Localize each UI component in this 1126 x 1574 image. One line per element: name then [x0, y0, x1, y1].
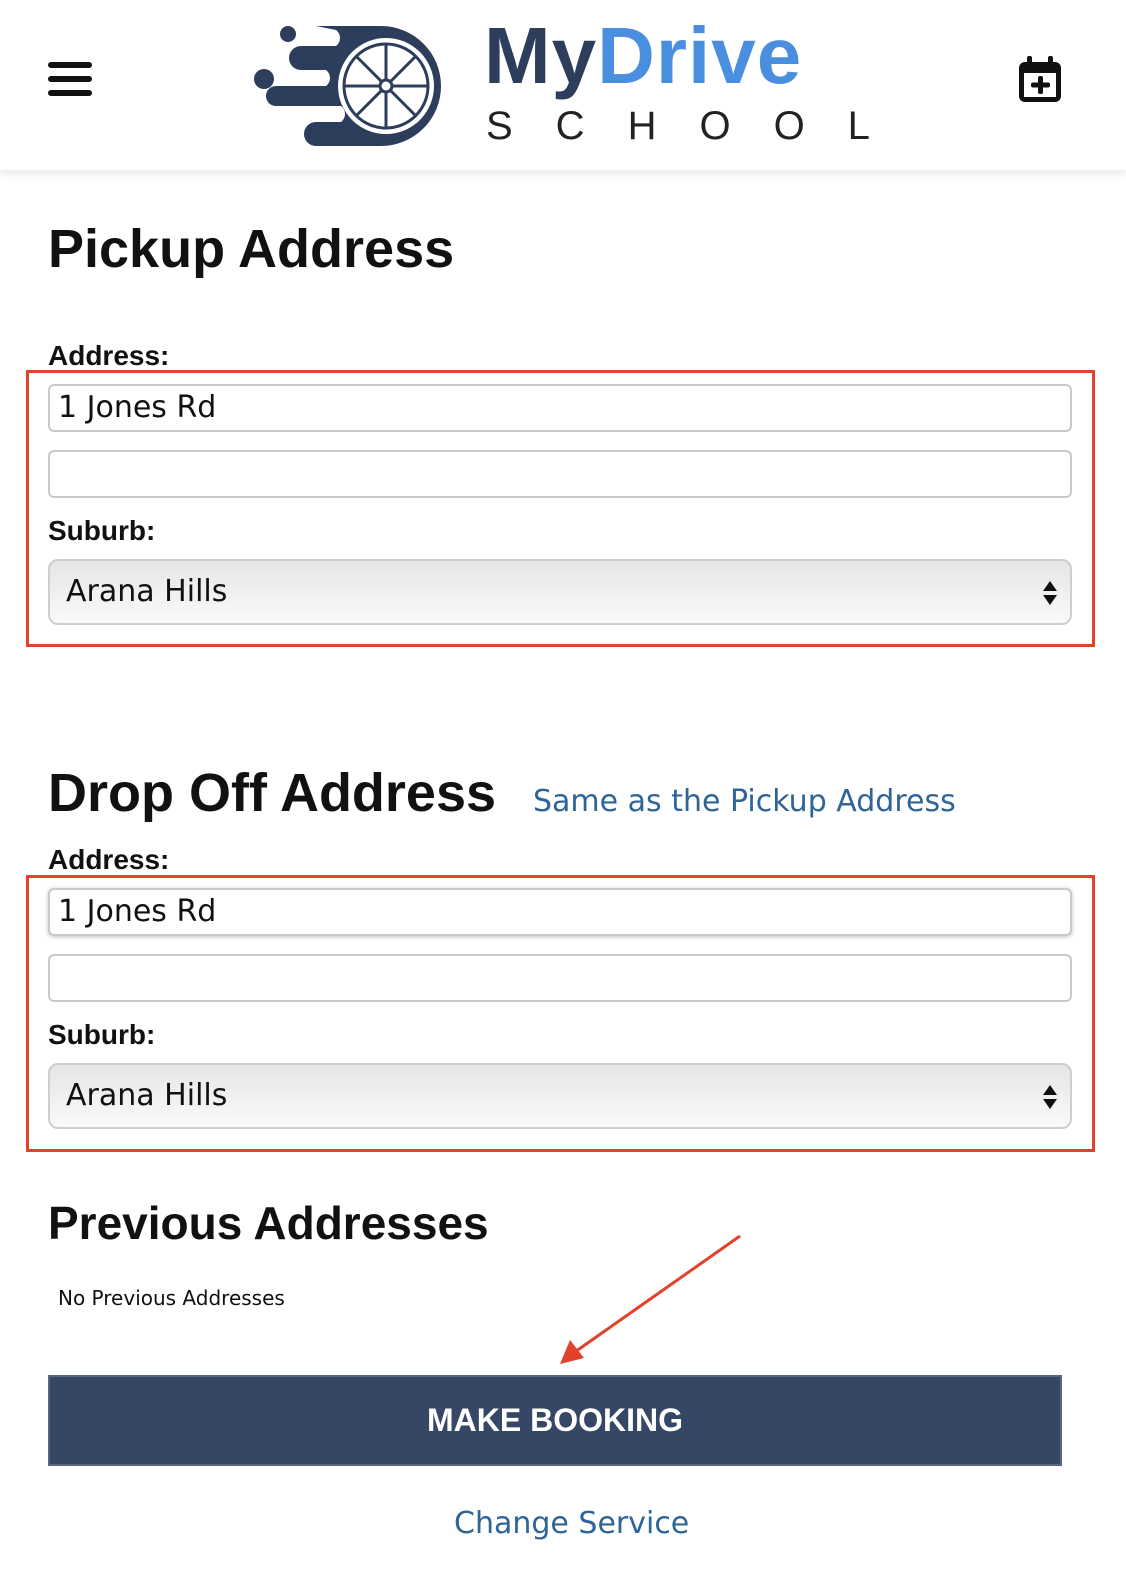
- pickup-suburb-value: Arana Hills: [66, 574, 228, 609]
- logo-drive: Drive: [597, 11, 803, 100]
- logo-my: My: [484, 11, 598, 100]
- pickup-suburb-label: Suburb:: [48, 515, 156, 546]
- make-booking-button[interactable]: MAKE BOOKING: [48, 1375, 1062, 1466]
- dropoff-address-line2-input[interactable]: [48, 954, 1072, 1002]
- dropoff-suburb-label: Suburb:: [48, 1019, 156, 1050]
- wheel-logo-icon: [254, 26, 441, 146]
- pickup-title: Pickup Address: [48, 219, 455, 279]
- same-as-pickup-link[interactable]: Same as the Pickup Address: [533, 784, 956, 819]
- pickup-address-line1-input[interactable]: 1 Jones Rd: [48, 384, 1072, 432]
- pickup-address-label: Address:: [48, 340, 170, 371]
- dropoff-suburb-select[interactable]: Arana Hills: [48, 1063, 1072, 1129]
- change-service-link[interactable]: Change Service: [454, 1506, 689, 1541]
- previous-addresses-title: Previous Addresses: [48, 1197, 489, 1249]
- select-arrows-icon: [1043, 1085, 1057, 1109]
- select-arrows-icon: [1043, 581, 1057, 605]
- dropoff-address-label: Address:: [48, 844, 170, 875]
- dropoff-title: Drop Off Address: [48, 763, 497, 823]
- logo[interactable]: MyDrive SCHOOL: [246, 11, 876, 156]
- app-header: MyDrive SCHOOL: [0, 0, 1126, 171]
- pickup-address-line2-input[interactable]: [48, 450, 1072, 498]
- pickup-suburb-select[interactable]: Arana Hills: [48, 559, 1072, 625]
- logo-school: SCHOOL: [486, 104, 913, 148]
- calendar-add-icon[interactable]: [1016, 54, 1064, 106]
- annotation-arrow-icon: [560, 1234, 741, 1364]
- dropoff-suburb-value: Arana Hills: [66, 1078, 228, 1113]
- dropoff-address-line1-input[interactable]: 1 Jones Rd: [48, 888, 1072, 936]
- no-previous-addresses-text: No Previous Addresses: [58, 1286, 285, 1310]
- hamburger-menu-icon[interactable]: [48, 62, 92, 102]
